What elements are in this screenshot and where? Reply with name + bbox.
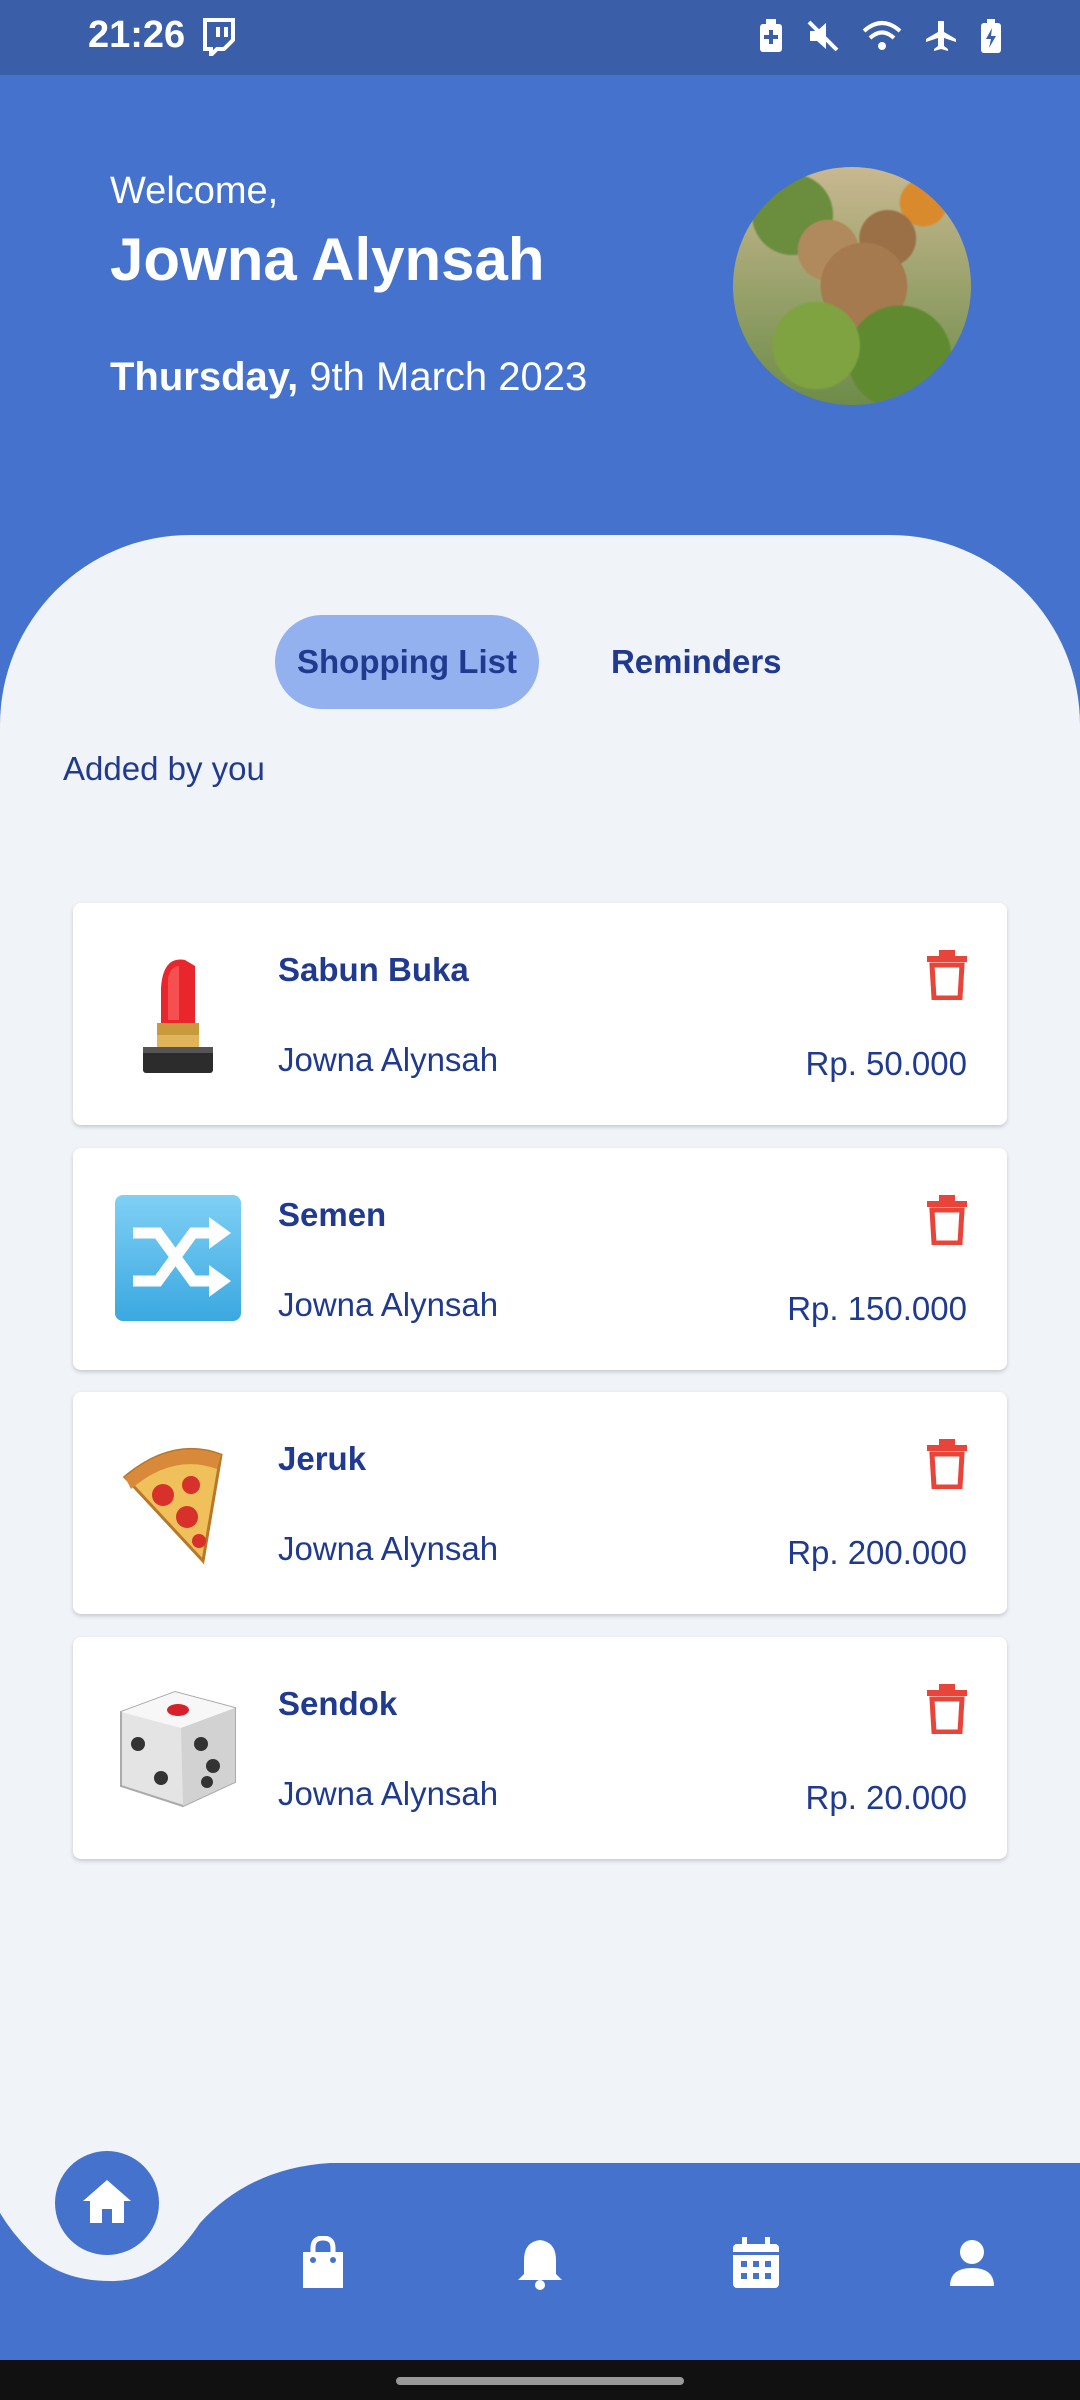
shuffle-icon (113, 1193, 243, 1323)
item-price: Rp. 20.000 (805, 1779, 967, 1816)
item-owner: Jowna Alynsah (278, 1286, 499, 1323)
item-name: Sendok (278, 1685, 398, 1722)
item-name: Semen (278, 1196, 387, 1233)
bottom-navigation (0, 2163, 1080, 2360)
twitch-icon (202, 18, 236, 61)
battery-charging-icon (980, 18, 1002, 59)
wifi-icon (862, 19, 902, 58)
username: Jowna Alynsah (110, 226, 545, 293)
shopping-item-card[interactable]: Semen Jowna Alynsah Rp. 150.000 (73, 1148, 1007, 1370)
mute-icon (806, 19, 840, 58)
tab-reminders[interactable]: Reminders (589, 615, 804, 709)
gesture-handle[interactable] (396, 2377, 684, 2385)
item-owner: Jowna Alynsah (278, 1041, 499, 1078)
tab-bar: Shopping List Reminders (275, 615, 804, 709)
date-text: 9th March 2023 (298, 355, 588, 399)
battery-saver-icon (758, 18, 784, 59)
shopping-item-card[interactable]: Sendok Jowna Alynsah Rp. 20.000 (73, 1637, 1007, 1859)
home-icon (81, 2177, 133, 2230)
delete-icon[interactable] (927, 1682, 967, 1735)
item-owner: Jowna Alynsah (278, 1530, 499, 1567)
delete-icon[interactable] (927, 1437, 967, 1490)
avatar[interactable] (733, 167, 971, 405)
delete-icon[interactable] (927, 1193, 967, 1246)
nav-profile-icon[interactable] (932, 2223, 1012, 2303)
nav-shopping-bag-icon[interactable] (283, 2223, 363, 2303)
lipstick-icon (113, 948, 243, 1078)
shopping-item-card[interactable]: Sabun Buka Jowna Alynsah Rp. 50.000 (73, 903, 1007, 1125)
pizza-icon (113, 1437, 243, 1567)
item-name: Jeruk (278, 1440, 367, 1477)
nav-home-button[interactable] (55, 2151, 159, 2255)
item-price: Rp. 200.000 (787, 1534, 967, 1571)
nav-calendar-icon[interactable] (716, 2223, 796, 2303)
status-time: 21:26 (88, 14, 186, 56)
item-name: Sabun Buka (278, 951, 469, 988)
nav-bell-icon[interactable] (500, 2223, 580, 2303)
dice-icon (113, 1682, 243, 1812)
date-day: Thursday, (110, 355, 299, 399)
status-bar: 21:26 (0, 0, 1080, 75)
item-price: Rp. 150.000 (787, 1290, 967, 1327)
section-title: Added by you (63, 750, 265, 787)
delete-icon[interactable] (927, 948, 967, 1001)
date-row: Thursday, 9th March 2023 (110, 355, 587, 400)
welcome-text: Welcome, (110, 170, 279, 212)
item-price: Rp. 50.000 (805, 1045, 967, 1082)
shopping-item-card[interactable]: Jeruk Jowna Alynsah Rp. 200.000 (73, 1392, 1007, 1614)
item-owner: Jowna Alynsah (278, 1775, 499, 1812)
tab-shopping-list[interactable]: Shopping List (275, 615, 539, 709)
airplane-icon (924, 19, 958, 58)
